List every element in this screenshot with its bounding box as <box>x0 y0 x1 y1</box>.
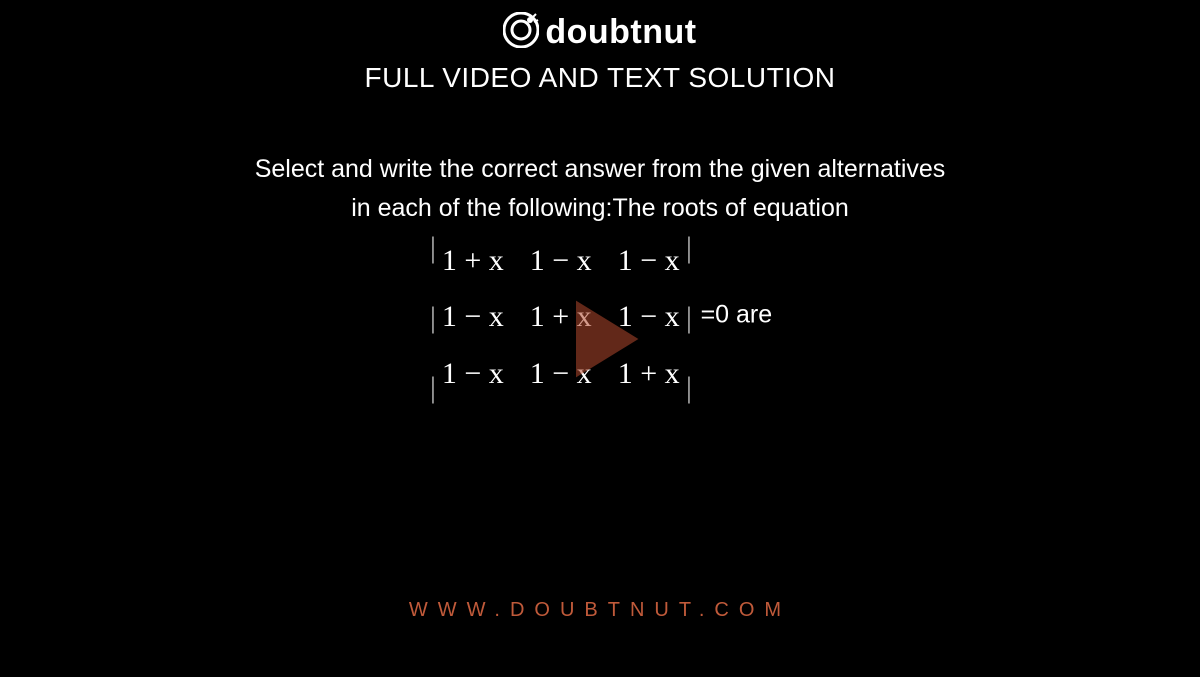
det-cell: 1 − x <box>442 351 504 398</box>
brand-name: doubtnut <box>545 13 696 52</box>
det-right-bar: ||| <box>687 234 691 402</box>
det-left-bar: ||| <box>431 234 435 402</box>
question-line-2: in each of the following:The roots of eq… <box>0 189 1200 228</box>
brand-bar: doubtnut <box>0 12 1200 53</box>
det-cell: 1 + x <box>442 238 504 285</box>
equation-tail: =0 are <box>701 300 773 328</box>
det-cell: 1 − x <box>618 238 680 285</box>
det-cell: 1 − x <box>442 294 504 341</box>
subtitle: FULL VIDEO AND TEXT SOLUTION <box>0 62 1200 94</box>
question-card: doubtnut FULL VIDEO AND TEXT SOLUTION Se… <box>0 0 1200 677</box>
play-button[interactable] <box>540 279 660 399</box>
question-line-1: Select and write the correct answer from… <box>0 150 1200 189</box>
doubtnut-logo-icon <box>503 12 539 53</box>
det-cell: 1 − x <box>530 238 592 285</box>
play-icon <box>540 279 660 399</box>
footer-url: WWW.DOUBTNUT.COM <box>0 599 1200 622</box>
